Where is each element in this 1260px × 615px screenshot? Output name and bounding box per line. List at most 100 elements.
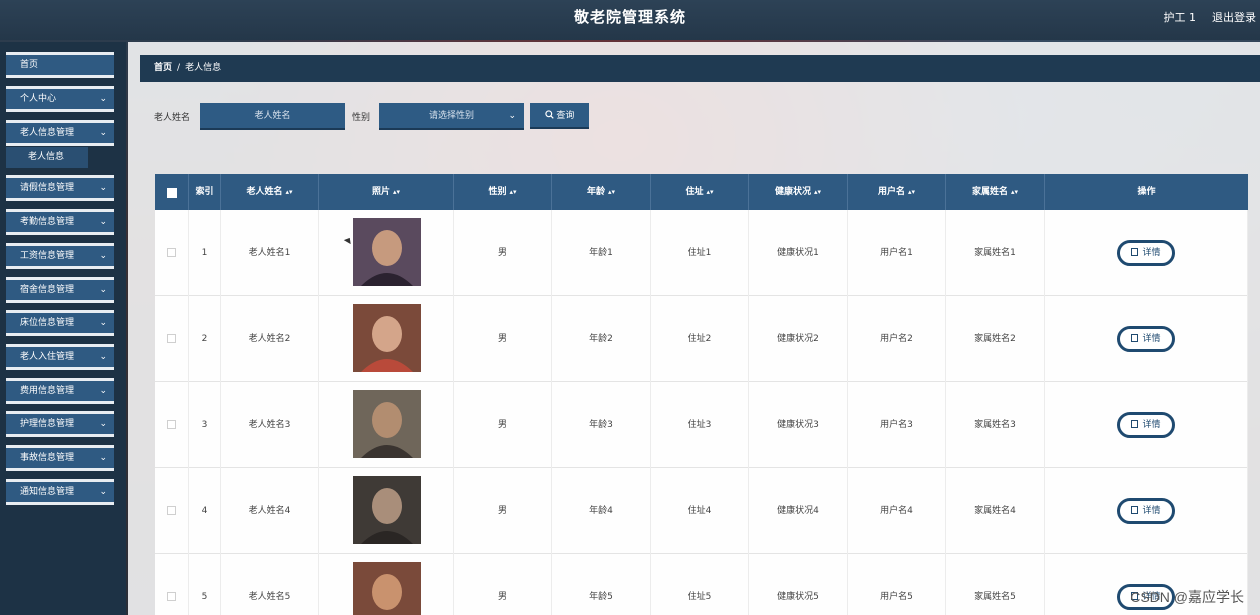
column-header-age[interactable]: 年龄 ▴▾ xyxy=(552,174,651,210)
cell-age: 年龄4 xyxy=(552,468,651,554)
chevron-down-icon: ⌄ xyxy=(99,352,107,362)
column-header-username[interactable]: 用户名 ▴▾ xyxy=(848,174,946,210)
elder-photo xyxy=(353,304,421,372)
detail-button[interactable]: 详情 xyxy=(1117,240,1175,266)
row-checkbox[interactable] xyxy=(167,592,176,601)
cell-address: 住址2 xyxy=(651,296,749,382)
submenu-item-elder-info[interactable]: 老人信息 xyxy=(6,147,88,168)
sidebar-item-leave[interactable]: 请假信息管理 ⌄ xyxy=(6,175,114,201)
column-header-photo[interactable]: 照片 ▴▾ xyxy=(319,174,454,210)
sidebar-item-label: 床位信息管理 xyxy=(20,318,75,328)
cell-address: 住址5 xyxy=(651,554,749,615)
cell-index: 4 xyxy=(189,468,221,554)
sidebar-item-label: 首页 xyxy=(20,60,39,70)
detail-button[interactable]: 详情 xyxy=(1117,326,1175,352)
main-panel: 首页 / 老人信息 老人姓名 老人姓名 性别 请选择性别 ⌄ 查询 索引 老人姓名 ▴… xyxy=(128,42,1260,615)
cell-family: 家属姓名5 xyxy=(946,554,1045,615)
sort-icon: ▴▾ xyxy=(1010,188,1019,196)
row-select-cell xyxy=(155,554,189,615)
sort-icon: ▴▾ xyxy=(607,188,616,196)
sidebar-item-label: 老人入住管理 xyxy=(20,352,75,362)
sidebar-item-bed[interactable]: 床位信息管理 ⌄ xyxy=(6,310,114,336)
cell-age: 年龄5 xyxy=(552,554,651,615)
row-checkbox[interactable] xyxy=(167,506,176,515)
elder-photo xyxy=(353,562,421,615)
select-all-cell xyxy=(155,174,189,210)
cell-gender: 男 xyxy=(454,296,552,382)
sort-icon: ▴▾ xyxy=(392,188,401,196)
detail-button[interactable]: 详情 xyxy=(1117,498,1175,524)
cell-name: 老人姓名4 xyxy=(221,468,319,554)
sidebar-item-salary[interactable]: 工资信息管理 ⌄ xyxy=(6,243,114,269)
name-search-input[interactable]: 老人姓名 xyxy=(200,103,345,130)
chevron-down-icon: ⌄ xyxy=(99,285,107,295)
current-user[interactable]: 护工 1 xyxy=(1164,9,1197,25)
breadcrumb-home[interactable]: 首页 xyxy=(154,63,172,73)
column-header-name[interactable]: 老人姓名 ▴▾ xyxy=(221,174,319,210)
cell-index: 2 xyxy=(189,296,221,382)
sort-icon: ▴▾ xyxy=(509,188,517,196)
cell-address: 住址4 xyxy=(651,468,749,554)
actions-cell: 详情 xyxy=(1045,468,1248,554)
breadcrumb-separator: / xyxy=(177,63,181,73)
sidebar-item-personal-center[interactable]: 个人中心 ⌄ xyxy=(6,86,114,112)
elder-photo xyxy=(353,218,421,286)
sidebar-item-nursing[interactable]: 护理信息管理 ⌄ xyxy=(6,411,114,437)
column-header-family[interactable]: 家属姓名 ▴▾ xyxy=(946,174,1045,210)
cell-health: 健康状况4 xyxy=(749,468,848,554)
sidebar-item-notices[interactable]: 通知信息管理 ⌄ xyxy=(6,479,114,505)
watermark: CSDN @嘉应学长 xyxy=(1130,589,1244,605)
detail-button-label: 详情 xyxy=(1142,248,1161,258)
cell-username: 用户名2 xyxy=(848,296,946,382)
cell-age: 年龄1 xyxy=(552,210,651,296)
cell-gender: 男 xyxy=(454,382,552,468)
chevron-down-icon: ⌄ xyxy=(508,111,516,121)
column-header-gender[interactable]: 性别 ▴▾ xyxy=(454,174,552,210)
table-row: 5 老人姓名5 男年龄5 住址5 健康状况5 用户名5 家属姓名5 详情 xyxy=(155,554,1248,615)
chevron-down-icon: ⌄ xyxy=(99,453,107,463)
elder-photo xyxy=(353,476,421,544)
sort-icon: ▴▾ xyxy=(907,188,916,196)
sidebar-item-home[interactable]: 首页 xyxy=(6,52,114,78)
cell-address: 住址3 xyxy=(651,382,749,468)
photo-cell xyxy=(319,554,454,615)
row-checkbox[interactable] xyxy=(167,248,176,257)
name-search-label: 老人姓名 xyxy=(154,113,191,123)
sidebar-item-label: 事故信息管理 xyxy=(20,453,75,463)
table-header: 索引 老人姓名 ▴▾ 照片 ▴▾ 性别 ▴▾ 年龄 ▴▾ 住址 ▴▾ 健康状况 ▴▾ 用户名… xyxy=(155,174,1248,210)
sort-icon: ▴▾ xyxy=(813,188,822,196)
logout-link[interactable]: 退出登录 xyxy=(1212,9,1256,25)
sidebar-item-elder-info[interactable]: 老人信息管理 ⌄ xyxy=(6,120,114,146)
actions-cell: 详情 xyxy=(1045,382,1248,468)
actions-cell: 详情 xyxy=(1045,296,1248,382)
column-header-address[interactable]: 住址 ▴▾ xyxy=(651,174,749,210)
sidebar-item-label: 护理信息管理 xyxy=(20,419,75,429)
column-header-actions: 操作 xyxy=(1137,187,1156,197)
select-all-checkbox[interactable] xyxy=(167,188,177,198)
column-header-health[interactable]: 健康状况 ▴▾ xyxy=(749,174,848,210)
row-checkbox[interactable] xyxy=(167,334,176,343)
cell-name: 老人姓名5 xyxy=(221,554,319,615)
cell-username: 用户名4 xyxy=(848,468,946,554)
sidebar-item-fees[interactable]: 费用信息管理 ⌄ xyxy=(6,378,114,404)
sidebar-item-label: 宿舍信息管理 xyxy=(20,285,75,295)
query-button[interactable]: 查询 xyxy=(530,103,589,129)
row-select-cell xyxy=(155,296,189,382)
sidebar-item-label: 考勤信息管理 xyxy=(20,217,75,227)
document-icon xyxy=(1131,248,1139,256)
table-row: 3 老人姓名3 男年龄3 住址3 健康状况3 用户名3 家属姓名3 详情 xyxy=(155,382,1248,468)
sidebar-item-accidents[interactable]: 事故信息管理 ⌄ xyxy=(6,445,114,471)
row-checkbox[interactable] xyxy=(167,420,176,429)
detail-button-label: 详情 xyxy=(1142,334,1161,344)
sidebar-item-attendance[interactable]: 考勤信息管理 ⌄ xyxy=(6,209,114,235)
cell-health: 健康状况2 xyxy=(749,296,848,382)
gender-select[interactable]: 请选择性别 ⌄ xyxy=(379,103,524,130)
sort-icon: ▴▾ xyxy=(706,188,714,196)
chevron-down-icon: ⌄ xyxy=(99,94,107,104)
sidebar-item-dormitory[interactable]: 宿舍信息管理 ⌄ xyxy=(6,277,114,303)
sidebar-item-checkin[interactable]: 老人入住管理 ⌄ xyxy=(6,344,114,370)
detail-button[interactable]: 详情 xyxy=(1117,412,1175,438)
detail-button-label: 详情 xyxy=(1142,506,1161,516)
top-header: 敬老院管理系统 护工 1 退出登录 xyxy=(0,0,1260,40)
cell-name: 老人姓名1 xyxy=(221,210,319,296)
